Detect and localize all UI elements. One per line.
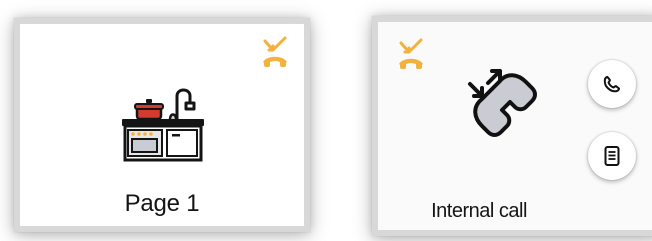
kitchen-sink-stove-icon [122, 88, 204, 162]
notes-icon [604, 146, 620, 166]
missed-call-icon [399, 38, 423, 69]
tile-label: Internal call [431, 200, 527, 222]
phone-icon [603, 76, 620, 93]
tile-label: Page 1 [124, 190, 200, 217]
call-button[interactable] [588, 60, 636, 108]
notes-button[interactable] [588, 132, 636, 180]
internal-call-tile[interactable]: Internal call [372, 16, 652, 236]
page-1-tile[interactable]: Page 1 [14, 18, 310, 232]
internal-call-icon [468, 69, 537, 137]
missed-call-icon [263, 36, 287, 67]
